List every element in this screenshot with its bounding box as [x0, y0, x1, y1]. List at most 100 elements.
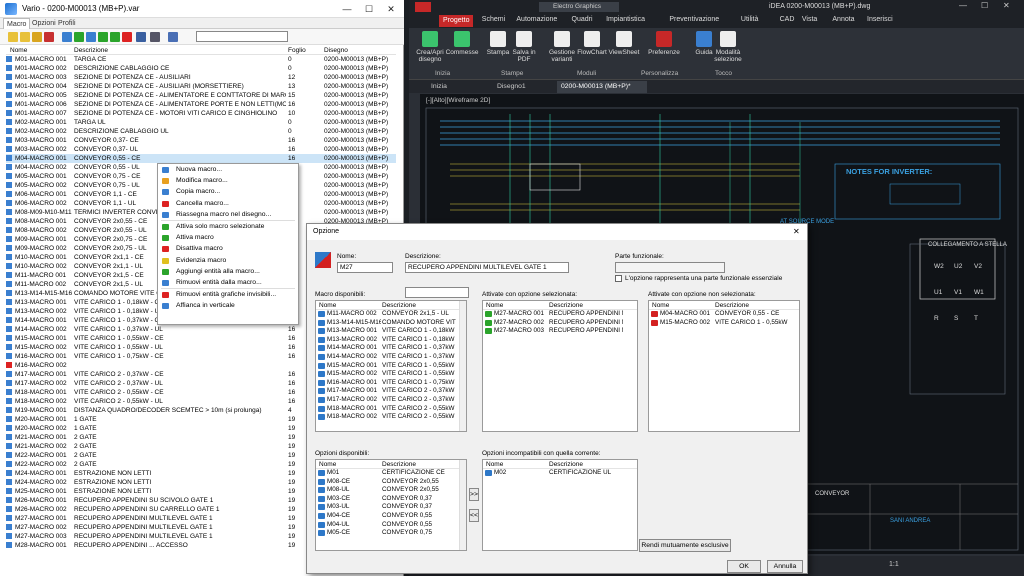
- macro-row[interactable]: M18-MACRO 001 VITE CARICO 2 - 0,55kW - CE: [316, 405, 466, 414]
- context-menu-item[interactable]: Affianca in verticale: [158, 300, 298, 311]
- col-nome[interactable]: Nome: [10, 47, 27, 54]
- context-menu-item[interactable]: Riassegna macro nel disegno...: [158, 209, 298, 220]
- ok-button[interactable]: OK: [727, 560, 761, 573]
- scale-indicator[interactable]: 1:1: [889, 561, 899, 568]
- macro-row[interactable]: M14-MACRO 002 VITE CARICO 1 - 0,37kW - UL: [316, 353, 466, 362]
- macro-row[interactable]: M13-MACRO 002 VITE CARICO 1 - 0,18kW - UL: [316, 336, 466, 345]
- menu-8[interactable]: Vista: [802, 16, 817, 23]
- col-name[interactable]: Nome: [652, 301, 669, 310]
- ribbon-button[interactable]: Gestione varianti: [545, 31, 579, 63]
- col-descrizione[interactable]: Descrizione: [74, 47, 108, 54]
- dialog-close-button[interactable]: ✕: [793, 227, 800, 236]
- context-menu-item[interactable]: Attiva solo macro selezionate: [158, 221, 298, 232]
- incompatible-row[interactable]: M02 CERTIFICAZIONE UL: [483, 469, 637, 478]
- scrollbar[interactable]: [459, 301, 466, 431]
- cad-close-button[interactable]: ✕: [1003, 1, 1010, 10]
- incompatible-options-list[interactable]: Nome Descrizione M02 CERTIFICAZIONE UL: [482, 459, 638, 551]
- context-menu-item[interactable]: Rimuovi entità dalla macro...: [158, 277, 298, 288]
- save-icon[interactable]: [136, 32, 146, 42]
- table-row[interactable]: M04-MACRO 001 CONVEYOR 0,55 - CE 16 0200-M0…: [6, 154, 396, 163]
- macro-row[interactable]: M16-MACRO 001 VITE CARICO 1 - 0,75kW - CE: [316, 379, 466, 388]
- macro-search-input[interactable]: [196, 31, 288, 42]
- minimize-button[interactable]: —: [336, 2, 358, 16]
- name-input[interactable]: M27: [337, 262, 393, 273]
- inactive-macro-row[interactable]: M04-MACRO 001 CONVEYOR 0,55 - CE: [649, 310, 799, 319]
- description-input[interactable]: RECUPERO APPENDINI MULTILEVEL GATE 1: [405, 262, 569, 273]
- option-row[interactable]: M01 CERTIFICAZIONE CE: [316, 469, 466, 478]
- table-row[interactable]: M02-MACRO 001 TARGA UL 0 0200-M00013 (MB+P): [6, 118, 396, 127]
- tab-macro[interactable]: Macro: [3, 18, 31, 29]
- deactivate-icon[interactable]: [122, 32, 132, 42]
- menu-2[interactable]: Automazione: [516, 16, 557, 23]
- active-selected-list[interactable]: Nome Descrizione M27-MACRO 001 RECUPERO APP…: [482, 300, 638, 432]
- ribbon-group-label[interactable]: Tocco: [715, 70, 732, 77]
- macro-row[interactable]: M13-MACRO 001 VITE CARICO 1 - 0,18kW - CE: [316, 327, 466, 336]
- essential-checkbox[interactable]: [615, 275, 622, 282]
- macro-row[interactable]: M15-MACRO 002 VITE CARICO 1 - 0,55kW - UL: [316, 370, 466, 379]
- col-desc[interactable]: Descrizione: [382, 460, 416, 469]
- table-row[interactable]: M03-MACRO 002 CONVEYOR 0,37- UL 16 0200-M00…: [6, 145, 396, 154]
- folder-icon[interactable]: [20, 32, 30, 42]
- activate-icon[interactable]: [74, 32, 84, 42]
- option-row[interactable]: M03-CE CONVEYOR 0,37: [316, 495, 466, 504]
- active-not-selected-list[interactable]: Nome Descrizione M04-MACRO 001 CONVEYOR 0,5…: [648, 300, 800, 432]
- context-menu-item[interactable]: Evidenzia macro: [158, 255, 298, 266]
- option-row[interactable]: M03-UL CONVEYOR 0,37: [316, 503, 466, 512]
- maximize-button[interactable]: ☐: [358, 2, 380, 16]
- col-desc[interactable]: Descrizione: [549, 460, 583, 469]
- check-icon[interactable]: [98, 32, 108, 42]
- ribbon-group-label[interactable]: Moduli: [577, 70, 596, 77]
- table-row[interactable]: M01-MACRO 001 TARGA CE 0 0200-M00013 (MB+P): [6, 55, 396, 64]
- inactive-macro-row[interactable]: M15-MACRO 002 VITE CARICO 1 - 0,55kW - UL: [649, 319, 799, 328]
- col-desc[interactable]: Descrizione: [382, 301, 416, 310]
- available-macros-list[interactable]: Nome Descrizione M11-MACRO 002 CONVEYOR 2x1…: [315, 300, 467, 432]
- menu-1[interactable]: Schemi: [482, 16, 505, 23]
- macro-row[interactable]: M13-M14-M15-M16COMANDO MOTORE VITE CA: [316, 319, 466, 328]
- cad-minimize-button[interactable]: —: [959, 1, 967, 10]
- doc-tab[interactable]: Disegno1: [493, 81, 553, 93]
- menu-3[interactable]: Quadri: [572, 16, 593, 23]
- context-menu-item[interactable]: Disattiva macro: [158, 243, 298, 254]
- move-left-button[interactable]: <<: [469, 509, 479, 522]
- option-row[interactable]: M05-CE CONVEYOR 0,75: [316, 529, 466, 538]
- ribbon-group-label[interactable]: Inizia: [435, 70, 450, 77]
- active-macro-row[interactable]: M27-MACRO 003 RECUPERO APPENDINI MULTILEV: [483, 327, 637, 336]
- table-row[interactable]: M01-MACRO 007 SEZIONE DI POTENZA CE - MOT…: [6, 109, 396, 118]
- cancel-button[interactable]: Annulla: [767, 560, 803, 573]
- menu-9[interactable]: Annota: [832, 16, 854, 23]
- ribbon-group-label[interactable]: Personalizza: [641, 70, 678, 77]
- active-macro-row[interactable]: M27-MACRO 001 RECUPERO APPENDINI MULTILEV: [483, 310, 637, 319]
- macro-row[interactable]: M17-MACRO 001 VITE CARICO 2 - 0,37kW - CE: [316, 387, 466, 396]
- table-row[interactable]: M02-MACRO 002 DESCRIZIONE CABLAGGIO UL 0 02…: [6, 127, 396, 136]
- macro-filter-input[interactable]: [405, 287, 469, 298]
- context-menu-item[interactable]: Copia macro...: [158, 186, 298, 197]
- move-right-button[interactable]: >>: [469, 488, 479, 501]
- table-row[interactable]: M01-MACRO 002 DESCRIZIONE CABLAGGIO CE 0 02…: [6, 64, 396, 73]
- scrollbar[interactable]: [459, 460, 466, 550]
- functional-part-select[interactable]: [615, 262, 725, 273]
- ribbon-button[interactable]: Salva in PDF: [507, 31, 541, 63]
- context-menu-item[interactable]: Modifica macro...: [158, 175, 298, 186]
- context-menu-item[interactable]: Rimuovi entità grafiche invisibili...: [158, 289, 298, 300]
- menu-6[interactable]: Utilità: [741, 16, 759, 23]
- print-icon[interactable]: [150, 32, 160, 42]
- col-desc[interactable]: Descrizione: [549, 301, 583, 310]
- ribbon-button[interactable]: Crea/Apri disegno: [413, 31, 447, 63]
- menu-7[interactable]: CAD: [780, 16, 795, 23]
- ribbon-button[interactable]: ViewSheet: [607, 31, 641, 56]
- table-row[interactable]: M03-MACRO 001 CONVEYOR 0,37- CE 16 0200-M00…: [6, 136, 396, 145]
- context-menu-item[interactable]: Nuova macro...: [158, 164, 298, 175]
- col-name[interactable]: Nome: [319, 460, 336, 469]
- doc-tab[interactable]: 0200-M00013 (MB+P)*: [557, 81, 647, 93]
- folder-add-icon[interactable]: [32, 32, 42, 42]
- cad-maximize-button[interactable]: ☐: [981, 1, 988, 10]
- delete-icon[interactable]: [44, 32, 54, 42]
- table-row[interactable]: M01-MACRO 004 SEZIONE DI POTENZA CE - AUS…: [6, 82, 396, 91]
- col-foglio[interactable]: Foglio: [288, 47, 306, 54]
- macro-row[interactable]: M14-MACRO 001 VITE CARICO 1 - 0,37kW - CE: [316, 344, 466, 353]
- ribbon-button[interactable]: FlowChart: [575, 31, 609, 56]
- menu-0[interactable]: Progetto: [439, 15, 474, 27]
- active-macro-row[interactable]: M27-MACRO 002 RECUPERO APPENDINI MULTILEV: [483, 319, 637, 328]
- menu-10[interactable]: Inserisci: [867, 16, 893, 23]
- macro-row[interactable]: M11-MACRO 002 CONVEYOR 2x1,5 - UL: [316, 310, 466, 319]
